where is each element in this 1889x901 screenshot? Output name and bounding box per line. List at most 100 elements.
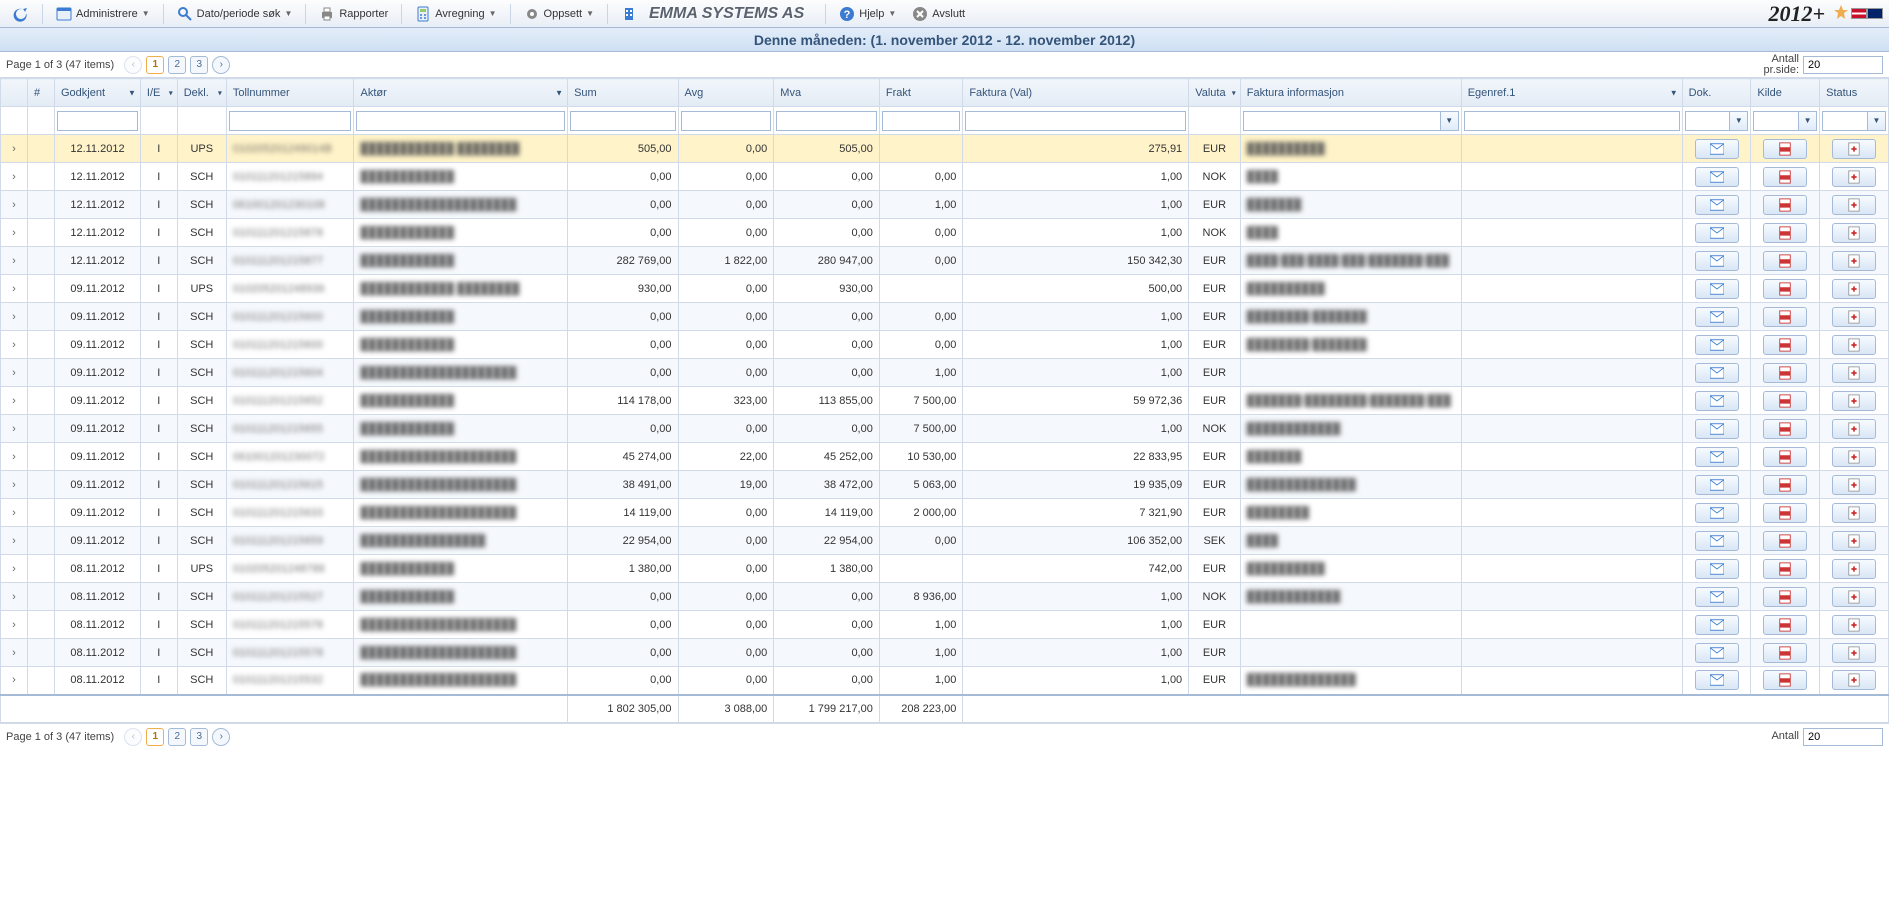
- add-button[interactable]: [1832, 475, 1876, 495]
- pager-next-bottom[interactable]: ›: [212, 728, 230, 746]
- table-row[interactable]: ›09.11.2012ISCH010111201215633██████████…: [1, 499, 1889, 527]
- add-button[interactable]: [1832, 139, 1876, 159]
- col-ie[interactable]: I/E▾: [140, 79, 177, 107]
- avregning-button[interactable]: Avregning▼: [408, 3, 503, 25]
- avslutt-button[interactable]: Avslutt: [905, 3, 972, 25]
- col-hash[interactable]: #: [28, 79, 55, 107]
- expand-icon[interactable]: ›: [1, 583, 28, 611]
- add-button[interactable]: [1832, 223, 1876, 243]
- oppsett-button[interactable]: Oppsett▼: [517, 3, 601, 25]
- col-faktura-val[interactable]: Faktura (Val): [963, 79, 1189, 107]
- filter-frakt[interactable]: [882, 111, 960, 131]
- pdf-button[interactable]: [1763, 139, 1807, 159]
- page-size-input[interactable]: [1803, 56, 1883, 74]
- col-expander[interactable]: [1, 79, 28, 107]
- pager-page-2-bottom[interactable]: 2: [168, 728, 186, 746]
- table-row[interactable]: ›09.11.2012ISCH010111201215600██████████…: [1, 331, 1889, 359]
- table-row[interactable]: ›12.11.2012ISCH010111201215878██████████…: [1, 219, 1889, 247]
- mail-button[interactable]: [1695, 139, 1739, 159]
- expand-icon[interactable]: ›: [1, 247, 28, 275]
- pdf-button[interactable]: [1763, 195, 1807, 215]
- table-row[interactable]: ›12.11.2012IUPS010205201249014B█████████…: [1, 135, 1889, 163]
- mail-button[interactable]: [1695, 195, 1739, 215]
- expand-icon[interactable]: ›: [1, 359, 28, 387]
- pager-page-1[interactable]: 1: [146, 56, 164, 74]
- add-button[interactable]: [1832, 503, 1876, 523]
- expand-icon[interactable]: ›: [1, 555, 28, 583]
- pager-page-3-bottom[interactable]: 3: [190, 728, 208, 746]
- add-button[interactable]: [1832, 419, 1876, 439]
- col-avg[interactable]: Avg: [678, 79, 774, 107]
- col-godkjent[interactable]: Godkjent▼: [55, 79, 141, 107]
- table-row[interactable]: ›12.11.2012ISCH061001201230108██████████…: [1, 191, 1889, 219]
- pager-page-1-bottom[interactable]: 1: [146, 728, 164, 746]
- mail-button[interactable]: [1695, 251, 1739, 271]
- mail-button[interactable]: [1695, 363, 1739, 383]
- pdf-button[interactable]: [1763, 670, 1807, 690]
- mail-button[interactable]: [1695, 643, 1739, 663]
- expand-icon[interactable]: ›: [1, 443, 28, 471]
- expand-icon[interactable]: ›: [1, 471, 28, 499]
- pdf-button[interactable]: [1763, 167, 1807, 187]
- add-button[interactable]: [1832, 670, 1876, 690]
- expand-icon[interactable]: ›: [1, 667, 28, 695]
- filter-kilde[interactable]: [1753, 111, 1799, 131]
- administrere-button[interactable]: Administrere▼: [49, 3, 157, 25]
- table-row[interactable]: ›08.11.2012ISCH010111201215527██████████…: [1, 583, 1889, 611]
- add-button[interactable]: [1832, 587, 1876, 607]
- pdf-button[interactable]: [1763, 559, 1807, 579]
- add-button[interactable]: [1832, 251, 1876, 271]
- mail-button[interactable]: [1695, 307, 1739, 327]
- col-frakt[interactable]: Frakt: [879, 79, 962, 107]
- pdf-button[interactable]: [1763, 363, 1807, 383]
- mail-button[interactable]: [1695, 223, 1739, 243]
- mail-button[interactable]: [1695, 447, 1739, 467]
- filter-godkjent[interactable]: [57, 111, 138, 131]
- col-dekl[interactable]: Dekl.▾: [177, 79, 226, 107]
- col-egenref[interactable]: Egenref.1▼: [1461, 79, 1682, 107]
- pdf-button[interactable]: [1763, 251, 1807, 271]
- pager-page-3[interactable]: 3: [190, 56, 208, 74]
- pdf-button[interactable]: [1763, 447, 1807, 467]
- filter-egenref[interactable]: [1464, 111, 1680, 131]
- mail-button[interactable]: [1695, 531, 1739, 551]
- table-row[interactable]: ›09.11.2012ISCH061001201230072██████████…: [1, 443, 1889, 471]
- filter-status-dd[interactable]: ▼: [1868, 111, 1886, 131]
- pager-prev-bottom[interactable]: ‹: [124, 728, 142, 746]
- expand-icon[interactable]: ›: [1, 499, 28, 527]
- pdf-button[interactable]: [1763, 335, 1807, 355]
- pager-page-2[interactable]: 2: [168, 56, 186, 74]
- add-button[interactable]: [1832, 391, 1876, 411]
- expand-icon[interactable]: ›: [1, 275, 28, 303]
- expand-icon[interactable]: ›: [1, 415, 28, 443]
- col-sum[interactable]: Sum: [568, 79, 678, 107]
- add-button[interactable]: [1832, 335, 1876, 355]
- filter-kilde-dd[interactable]: ▼: [1799, 111, 1817, 131]
- table-row[interactable]: ›09.11.2012ISCH010111201215655██████████…: [1, 415, 1889, 443]
- pdf-button[interactable]: [1763, 279, 1807, 299]
- filter-dok[interactable]: [1685, 111, 1731, 131]
- col-faktura-info[interactable]: Faktura informasjon: [1240, 79, 1461, 107]
- add-button[interactable]: [1832, 447, 1876, 467]
- filter-avg[interactable]: [681, 111, 772, 131]
- add-button[interactable]: [1832, 615, 1876, 635]
- expand-icon[interactable]: ›: [1, 331, 28, 359]
- pdf-button[interactable]: [1763, 615, 1807, 635]
- mail-button[interactable]: [1695, 167, 1739, 187]
- mail-button[interactable]: [1695, 279, 1739, 299]
- table-row[interactable]: ›12.11.2012ISCH010111201215894██████████…: [1, 163, 1889, 191]
- col-valuta[interactable]: Valuta▾: [1189, 79, 1241, 107]
- table-row[interactable]: ›08.11.2012ISCH010111201215578██████████…: [1, 639, 1889, 667]
- table-row[interactable]: ›09.11.2012ISCH010111201215659██████████…: [1, 527, 1889, 555]
- table-row[interactable]: ›09.11.2012ISCH010111201215600██████████…: [1, 303, 1889, 331]
- pdf-button[interactable]: [1763, 475, 1807, 495]
- pdf-button[interactable]: [1763, 503, 1807, 523]
- pdf-button[interactable]: [1763, 419, 1807, 439]
- filter-fval[interactable]: [965, 111, 1186, 131]
- pdf-button[interactable]: [1763, 531, 1807, 551]
- pdf-button[interactable]: [1763, 587, 1807, 607]
- table-row[interactable]: ›09.11.2012ISCH010111201215615██████████…: [1, 471, 1889, 499]
- filter-aktor[interactable]: [356, 111, 565, 131]
- language-flags[interactable]: [1851, 8, 1883, 19]
- filter-status[interactable]: [1822, 111, 1868, 131]
